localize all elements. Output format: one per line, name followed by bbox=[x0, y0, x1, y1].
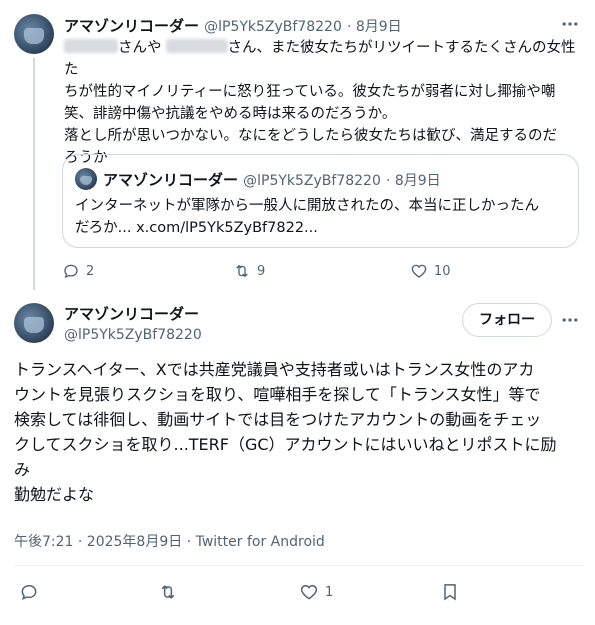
thread-line bbox=[33, 58, 35, 290]
quoted-tweet[interactable]: アマゾンリコーダー @lP5Yk5ZyBf78220 · 8月9日 インターネッ… bbox=[62, 154, 579, 248]
quote-avatar bbox=[75, 168, 97, 190]
retweet-icon bbox=[233, 262, 251, 280]
author-handle[interactable]: @lP5Yk5ZyBf78220 bbox=[204, 19, 342, 35]
tweet-date[interactable]: · 8月9日 bbox=[347, 19, 402, 35]
more-icon[interactable] bbox=[560, 14, 580, 34]
author-name[interactable]: アマゾンリコーダー bbox=[64, 17, 199, 35]
like-button[interactable]: 1 bbox=[299, 582, 333, 602]
reply-icon bbox=[62, 262, 80, 280]
tweet1-header: アマゾンリコーダー @lP5Yk5ZyBf78220 · 8月9日 bbox=[64, 15, 402, 36]
bookmark-button[interactable] bbox=[440, 582, 460, 602]
like-count: 10 bbox=[434, 263, 451, 279]
more-icon[interactable] bbox=[560, 310, 580, 330]
follow-button[interactable]: フォロー bbox=[462, 303, 552, 337]
author-handle[interactable]: @lP5Yk5ZyBf78220 bbox=[64, 327, 202, 343]
tweet2-text: トランスヘイター、Xでは共産党議員や支持者或いはトランス女性のアカ ウントを見張… bbox=[14, 360, 557, 504]
quote-author-name: アマゾンリコーダー bbox=[103, 171, 239, 189]
retweet-button[interactable] bbox=[158, 582, 178, 602]
divider bbox=[14, 565, 584, 566]
redacted-name bbox=[64, 39, 118, 53]
tweet1-text: さんや さん、また彼女たちがリツイートするたくさんの女性た ちが性的マイノリティー… bbox=[64, 39, 576, 166]
reply-icon bbox=[19, 582, 39, 602]
quote-text: インターネットが軍隊から一般人に開放されたの、本当に正しかったん だろか... … bbox=[75, 198, 539, 236]
redacted-name bbox=[165, 39, 228, 53]
reply-count: 2 bbox=[86, 263, 95, 279]
avatar[interactable] bbox=[14, 14, 54, 54]
like-button[interactable]: 10 bbox=[410, 262, 451, 280]
like-count: 1 bbox=[325, 584, 334, 600]
reply-button[interactable] bbox=[19, 582, 39, 602]
bookmark-icon bbox=[440, 582, 460, 602]
quote-date: · 8月9日 bbox=[385, 173, 441, 189]
avatar[interactable] bbox=[14, 303, 54, 343]
heart-icon bbox=[299, 582, 319, 602]
reply-button[interactable]: 2 bbox=[62, 262, 94, 280]
tweet2-author: アマゾンリコーダー @lP5Yk5ZyBf78220 bbox=[64, 303, 202, 343]
retweet-button[interactable]: 9 bbox=[233, 262, 265, 280]
tweet-timestamp[interactable]: 午後7:21 · 2025年8月9日 · Twitter for Android bbox=[14, 531, 325, 551]
quote-author-handle: @lP5Yk5ZyBf78220 bbox=[243, 173, 381, 189]
retweet-icon bbox=[158, 582, 178, 602]
quote-header: アマゾンリコーダー @lP5Yk5ZyBf78220 · 8月9日 bbox=[103, 169, 441, 190]
heart-icon bbox=[410, 262, 428, 280]
retweet-count: 9 bbox=[257, 263, 266, 279]
author-name[interactable]: アマゾンリコーダー bbox=[64, 303, 202, 324]
